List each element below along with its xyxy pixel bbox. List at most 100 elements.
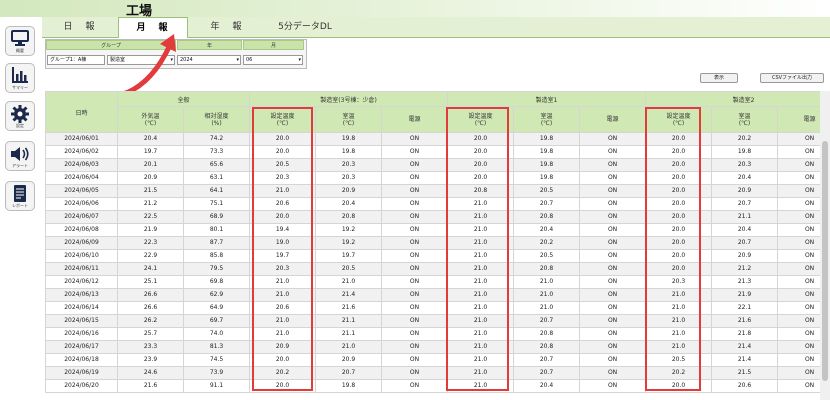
value-cell: 21.0 bbox=[447, 249, 515, 263]
value-cell: 21.0 bbox=[249, 275, 317, 289]
value-cell: ON bbox=[381, 379, 449, 393]
value-cell: 24.1 bbox=[117, 262, 184, 276]
value-cell: 21.6 bbox=[315, 301, 383, 315]
value-cell: 21.0 bbox=[447, 197, 515, 211]
date-cell: 2024/06/18 bbox=[45, 353, 118, 367]
value-cell: 21.5 bbox=[711, 366, 779, 380]
display-button[interactable]: 表示 bbox=[700, 73, 738, 83]
value-cell: 26.2 bbox=[117, 314, 184, 328]
value-cell: 20.5 bbox=[513, 249, 581, 263]
value-cell: 21.6 bbox=[711, 314, 779, 328]
value-cell: ON bbox=[579, 275, 647, 289]
top-bar: 工場 bbox=[0, 0, 830, 19]
value-cell: 20.4 bbox=[315, 197, 383, 211]
value-cell: 25.7 bbox=[117, 327, 184, 341]
value-cell: 20.8 bbox=[513, 262, 581, 276]
date-cell: 2024/06/08 bbox=[45, 223, 118, 237]
table-row: 2024/06/10 22.9 85.8 19.7 19.7 ON 21.0 20.5 ON 20… bbox=[45, 249, 830, 263]
group-header-room-3: 製造室(3号棟：少倉) bbox=[249, 91, 449, 107]
value-cell: 21.8 bbox=[711, 327, 779, 341]
value-cell: 21.0 bbox=[447, 223, 515, 237]
value-cell: 20.0 bbox=[645, 236, 713, 250]
value-cell: 21.0 bbox=[645, 301, 713, 315]
date-cell: 2024/06/06 bbox=[45, 197, 118, 211]
value-cell: 21.0 bbox=[645, 288, 713, 302]
value-cell: 19.7 bbox=[249, 249, 317, 263]
column-header: 室温 (℃) bbox=[513, 106, 581, 133]
csv-export-button[interactable]: CSVファイル出力 bbox=[760, 73, 824, 83]
gear-icon bbox=[11, 105, 29, 123]
table-row: 2024/06/12 25.1 69.8 21.0 21.0 ON 21.0 21.0 ON 20… bbox=[45, 275, 830, 289]
table-row: 2024/06/09 22.3 87.7 19.0 19.2 ON 21.0 20.2 ON 20… bbox=[45, 236, 830, 250]
value-cell: 21.0 bbox=[447, 210, 515, 224]
value-cell: 20.0 bbox=[645, 210, 713, 224]
value-cell: 21.0 bbox=[447, 379, 515, 393]
value-cell: ON bbox=[381, 262, 449, 276]
sidebar-item-report[interactable]: レポート bbox=[5, 181, 35, 211]
value-cell: ON bbox=[381, 249, 449, 263]
monthly-report-table: 日時 全般 製造室(3号棟：少倉) 製造室1 製造室2 外気温 (℃) 相対湿度 (%… bbox=[45, 91, 830, 393]
value-cell: 69.8 bbox=[182, 275, 251, 289]
value-cell: ON bbox=[381, 353, 449, 367]
value-cell: 20.7 bbox=[711, 236, 779, 250]
value-cell: 21.0 bbox=[447, 353, 515, 367]
value-cell: 21.0 bbox=[645, 340, 713, 354]
table-row: 2024/06/04 20.9 63.1 20.3 20.3 ON 20.0 19.8 ON 20… bbox=[45, 171, 830, 185]
sidebar-item-label: サマリー bbox=[12, 85, 28, 90]
table-row: 2024/06/16 25.7 74.0 21.0 21.1 ON 21.0 20.8 ON 21… bbox=[45, 327, 830, 341]
value-cell: 21.4 bbox=[711, 340, 779, 354]
value-cell: 20.0 bbox=[645, 223, 713, 237]
value-cell: 20.6 bbox=[249, 197, 317, 211]
value-cell: ON bbox=[579, 301, 647, 315]
date-cell: 2024/06/03 bbox=[45, 158, 118, 172]
date-cell: 2024/06/07 bbox=[45, 210, 118, 224]
value-cell: 20.2 bbox=[249, 366, 317, 380]
value-cell: 21.9 bbox=[117, 223, 184, 237]
value-cell: 21.4 bbox=[315, 288, 383, 302]
value-cell: ON bbox=[579, 262, 647, 276]
value-cell: 20.3 bbox=[249, 171, 317, 185]
table-row: 2024/06/06 21.2 75.1 20.6 20.4 ON 21.0 20.7 ON 20… bbox=[45, 197, 830, 211]
column-header-row: 外気温 (℃) 相対湿度 (%) 設定温度 (℃) 室温 (℃) 電源 設定温度 (℃) 室温 (℃) 電… bbox=[46, 106, 830, 133]
sidebar-item-summary[interactable]: サマリー bbox=[5, 63, 35, 93]
value-cell: 21.1 bbox=[711, 210, 779, 224]
date-cell: 2024/06/09 bbox=[45, 236, 118, 250]
scrollbar-thumb[interactable] bbox=[822, 141, 828, 381]
value-cell: 19.8 bbox=[513, 145, 581, 159]
tab-yearly[interactable]: 年 報 bbox=[192, 17, 262, 37]
value-cell: 20.0 bbox=[447, 132, 515, 146]
column-header: 電源 bbox=[381, 106, 449, 133]
value-cell: 22.9 bbox=[117, 249, 184, 263]
value-cell: 20.0 bbox=[645, 262, 713, 276]
value-cell: ON bbox=[381, 366, 449, 380]
column-header: 電源 bbox=[579, 106, 647, 133]
value-cell: 23.3 bbox=[117, 340, 184, 354]
value-cell: 19.7 bbox=[315, 249, 383, 263]
value-cell: ON bbox=[381, 314, 449, 328]
sidebar-item-alert[interactable]: アラート bbox=[5, 141, 35, 171]
tab-5min-download[interactable]: 5分データDL bbox=[264, 17, 346, 37]
value-cell: 20.7 bbox=[513, 366, 581, 380]
table-row: 2024/06/13 26.6 62.9 21.0 21.4 ON 21.0 21.0 ON 21… bbox=[45, 288, 830, 302]
value-cell: 21.0 bbox=[645, 314, 713, 328]
value-cell: 20.4 bbox=[711, 223, 779, 237]
sidebar-item-settings[interactable]: 設定 bbox=[5, 101, 35, 131]
value-cell: 19.8 bbox=[513, 132, 581, 146]
value-cell: 21.0 bbox=[447, 288, 515, 302]
table-row: 2024/06/02 19.7 73.3 20.0 19.8 ON 20.0 19.8 ON 20… bbox=[45, 145, 830, 159]
value-cell: ON bbox=[381, 301, 449, 315]
date-cell: 2024/06/14 bbox=[45, 301, 118, 315]
value-cell: 20.0 bbox=[249, 132, 317, 146]
table-scrollbar[interactable] bbox=[820, 91, 830, 400]
value-cell: 20.0 bbox=[645, 249, 713, 263]
value-cell: 20.0 bbox=[249, 210, 317, 224]
value-cell: 21.0 bbox=[249, 327, 317, 341]
value-cell: 20.4 bbox=[711, 171, 779, 185]
value-cell: 20.9 bbox=[315, 184, 383, 198]
month-select[interactable]: 06 ▾ bbox=[243, 55, 303, 65]
value-cell: 73.9 bbox=[182, 366, 251, 380]
value-cell: 21.0 bbox=[447, 301, 515, 315]
value-cell: 20.5 bbox=[315, 262, 383, 276]
value-cell: 21.5 bbox=[117, 184, 184, 198]
sidebar-item-overview[interactable]: 概要 bbox=[5, 26, 35, 56]
